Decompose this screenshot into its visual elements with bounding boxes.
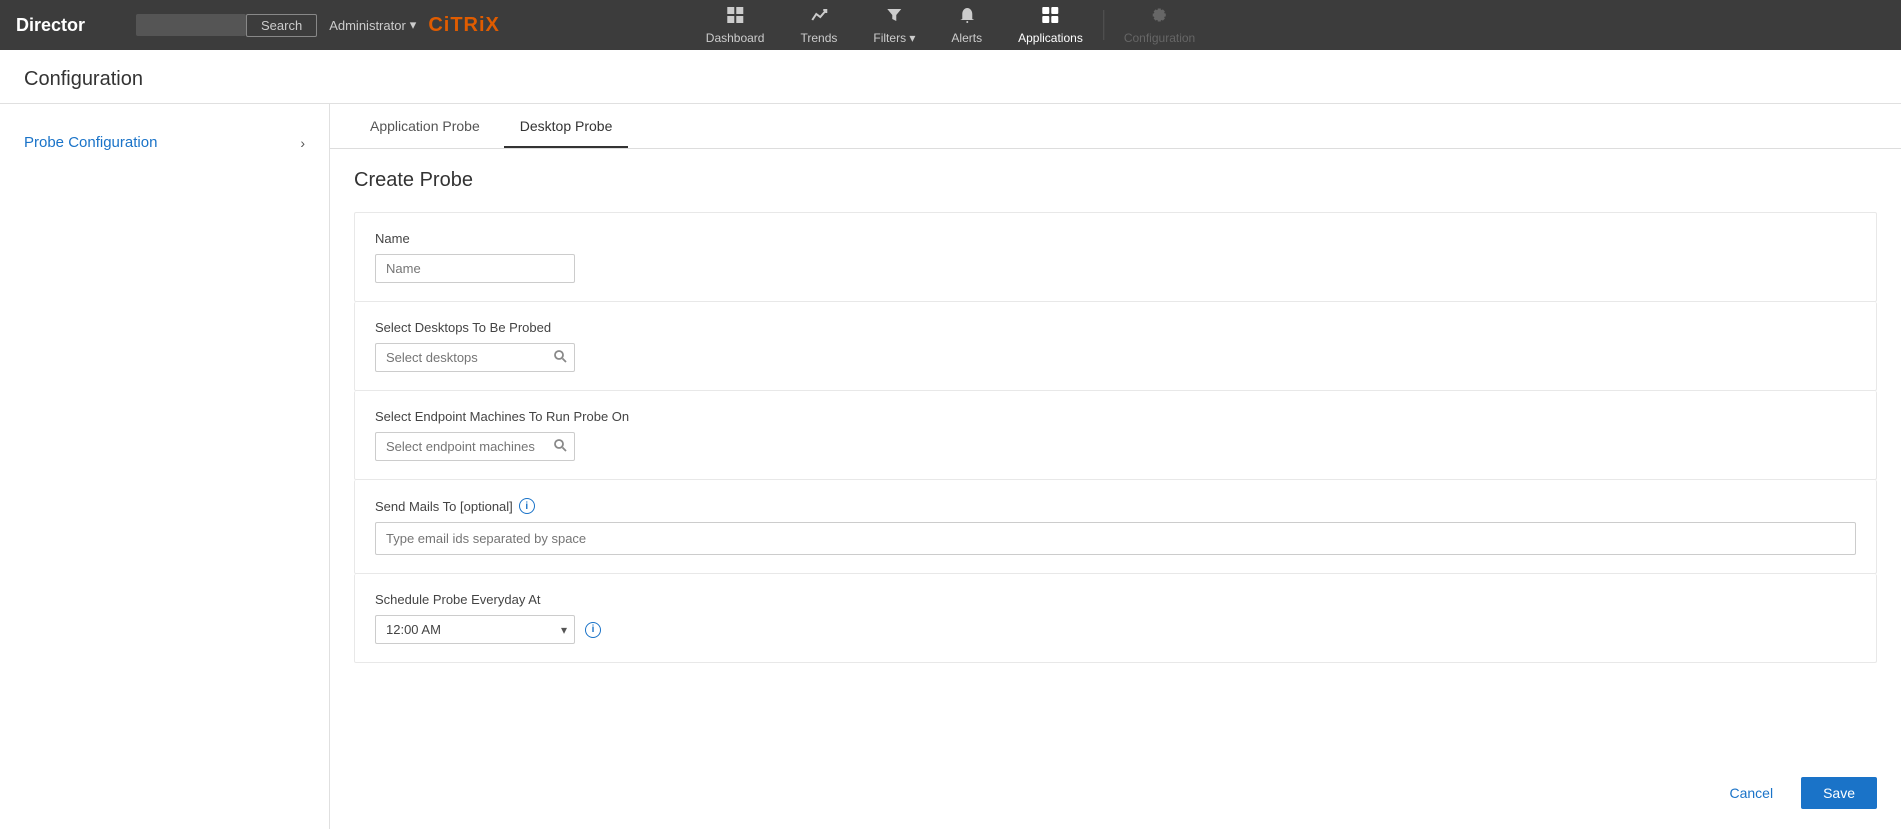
footer-actions: Cancel Save xyxy=(1713,777,1877,809)
configuration-icon xyxy=(1151,6,1169,29)
form-section-email: Send Mails To [optional] i xyxy=(354,480,1877,574)
endpoint-input[interactable] xyxy=(375,432,575,461)
citrix-logo: CiTRiX xyxy=(428,14,500,37)
nav-trends[interactable]: Trends xyxy=(782,0,855,50)
admin-label: Administrator xyxy=(329,18,406,33)
nav-applications-label: Applications xyxy=(1018,31,1083,45)
top-navigation: Director Dashboard Trends Filters ▾ Aler… xyxy=(0,0,1901,50)
nav-configuration: Configuration xyxy=(1106,0,1213,50)
desktops-search-icon xyxy=(554,350,567,366)
nav-alerts-label: Alerts xyxy=(951,31,982,45)
trends-icon xyxy=(810,6,828,29)
tabs-bar: Application Probe Desktop Probe xyxy=(330,104,1901,149)
admin-menu[interactable]: Administrator ▾ xyxy=(329,17,416,33)
desktops-input-wrap xyxy=(375,343,575,372)
topnav-right: Search Administrator ▾ CiTRiX xyxy=(246,14,500,37)
nav-dashboard[interactable]: Dashboard xyxy=(688,0,783,50)
main-content: Probe Configuration › Application Probe … xyxy=(0,104,1901,829)
mail-input[interactable] xyxy=(375,522,1856,555)
endpoint-input-wrap xyxy=(375,432,575,461)
endpoint-search-icon xyxy=(554,439,567,455)
form-section-schedule: Schedule Probe Everyday At 12:00 AM 1:00… xyxy=(354,574,1877,663)
schedule-row: 12:00 AM 1:00 AM 2:00 AM 6:00 AM 12:00 P… xyxy=(375,615,1856,644)
nav-divider xyxy=(1103,10,1104,40)
desktops-label: Select Desktops To Be Probed xyxy=(375,320,1856,335)
mail-label: Send Mails To [optional] i xyxy=(375,498,1856,514)
desktops-input[interactable] xyxy=(375,343,575,372)
nav-applications[interactable]: Applications xyxy=(1000,0,1101,50)
name-input[interactable] xyxy=(375,254,575,283)
app-brand: Director xyxy=(16,15,116,36)
nav-filters[interactable]: Filters ▾ xyxy=(855,0,933,50)
tab-application-probe[interactable]: Application Probe xyxy=(354,104,496,148)
form-title: Create Probe xyxy=(354,169,1877,192)
alerts-icon xyxy=(958,6,976,29)
save-button[interactable]: Save xyxy=(1801,777,1877,809)
endpoint-label: Select Endpoint Machines To Run Probe On xyxy=(375,409,1856,424)
dashboard-icon xyxy=(726,6,744,29)
schedule-label: Schedule Probe Everyday At xyxy=(375,592,1856,607)
brand-logo-placeholder xyxy=(136,14,246,36)
nav-center: Dashboard Trends Filters ▾ Alerts Applic… xyxy=(688,0,1213,50)
nav-configuration-label: Configuration xyxy=(1124,31,1195,45)
sidebar: Probe Configuration › xyxy=(0,104,330,829)
nav-filters-label: Filters ▾ xyxy=(873,31,915,45)
search-button[interactable]: Search xyxy=(246,14,317,37)
schedule-select-wrap: 12:00 AM 1:00 AM 2:00 AM 6:00 AM 12:00 P… xyxy=(375,615,575,644)
schedule-info-icon[interactable]: i xyxy=(585,622,601,638)
cancel-button[interactable]: Cancel xyxy=(1713,777,1789,809)
form-area: Create Probe Name Select Desktops To Be … xyxy=(330,149,1901,683)
name-label: Name xyxy=(375,231,1856,246)
form-section-desktops: Select Desktops To Be Probed xyxy=(354,302,1877,391)
sidebar-item-probe-configuration[interactable]: Probe Configuration › xyxy=(0,124,329,161)
nav-alerts[interactable]: Alerts xyxy=(933,0,1000,50)
form-section-endpoint: Select Endpoint Machines To Run Probe On xyxy=(354,391,1877,480)
chevron-right-icon: › xyxy=(300,135,305,151)
mail-info-icon[interactable]: i xyxy=(519,498,535,514)
sidebar-item-label: Probe Configuration xyxy=(24,134,157,151)
tab-desktop-probe[interactable]: Desktop Probe xyxy=(504,104,629,148)
nav-dashboard-label: Dashboard xyxy=(706,31,765,45)
nav-trends-label: Trends xyxy=(800,31,837,45)
page-wrapper: Configuration Probe Configuration › Appl… xyxy=(0,50,1901,829)
page-header: Configuration xyxy=(0,50,1901,104)
admin-chevron-icon: ▾ xyxy=(410,17,417,33)
applications-icon xyxy=(1041,6,1059,29)
schedule-select[interactable]: 12:00 AM 1:00 AM 2:00 AM 6:00 AM 12:00 P… xyxy=(375,615,575,644)
page-title: Configuration xyxy=(24,68,1877,91)
filters-icon xyxy=(885,6,903,29)
form-section-name: Name xyxy=(354,212,1877,302)
right-panel: Application Probe Desktop Probe Create P… xyxy=(330,104,1901,829)
